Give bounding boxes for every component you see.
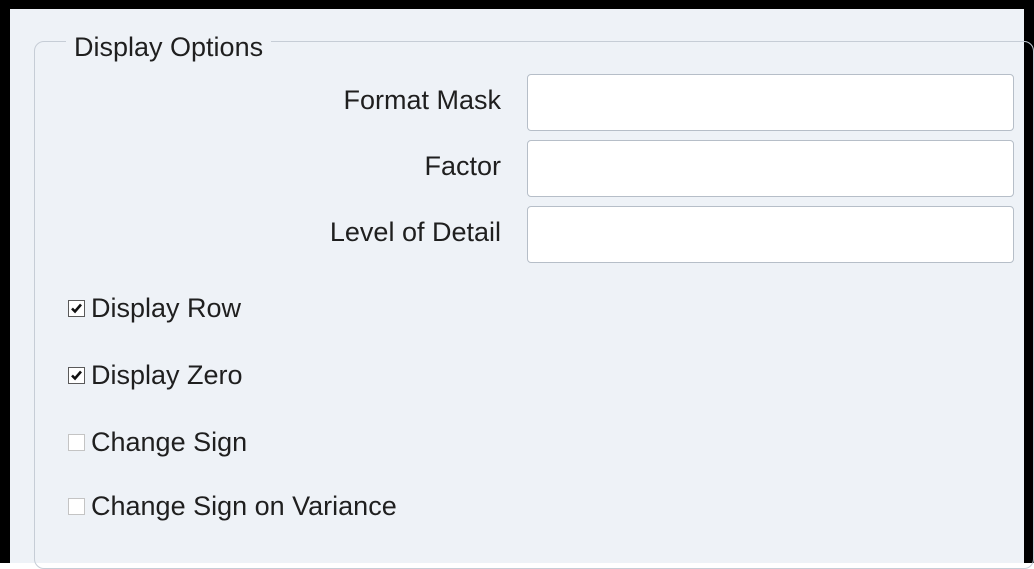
display-row-label[interactable]: Display Row <box>91 288 241 328</box>
format-mask-row: Format Mask <box>10 72 1034 131</box>
checkmark-icon <box>71 303 82 313</box>
factor-label: Factor <box>424 151 501 181</box>
checkmark-icon <box>71 370 82 380</box>
level-of-detail-label: Level of Detail <box>329 217 501 247</box>
level-of-detail-row: Level of Detail <box>10 204 1034 263</box>
change-sign-option[interactable]: Change Sign <box>68 422 247 462</box>
factor-row: Factor <box>10 138 1034 197</box>
display-row-checkbox[interactable] <box>68 299 85 317</box>
display-zero-checkbox[interactable] <box>68 366 85 384</box>
display-zero-label[interactable]: Display Zero <box>91 355 243 395</box>
change-sign-label[interactable]: Change Sign <box>91 422 247 462</box>
change-sign-checkbox[interactable] <box>68 433 85 451</box>
display-zero-option[interactable]: Display Zero <box>68 355 243 395</box>
level-of-detail-input[interactable] <box>527 206 1014 263</box>
format-mask-input[interactable] <box>527 74 1014 131</box>
change-sign-on-variance-label[interactable]: Change Sign on Variance <box>91 486 397 526</box>
display-options-legend: Display Options <box>66 30 272 64</box>
change-sign-on-variance-checkbox[interactable] <box>68 497 85 515</box>
change-sign-on-variance-option[interactable]: Change Sign on Variance <box>68 486 397 526</box>
window-frame: Display Options Format Mask Factor Level… <box>0 0 1034 569</box>
display-row-option[interactable]: Display Row <box>68 288 241 328</box>
factor-input[interactable] <box>527 140 1014 197</box>
format-mask-label: Format Mask <box>343 85 501 115</box>
